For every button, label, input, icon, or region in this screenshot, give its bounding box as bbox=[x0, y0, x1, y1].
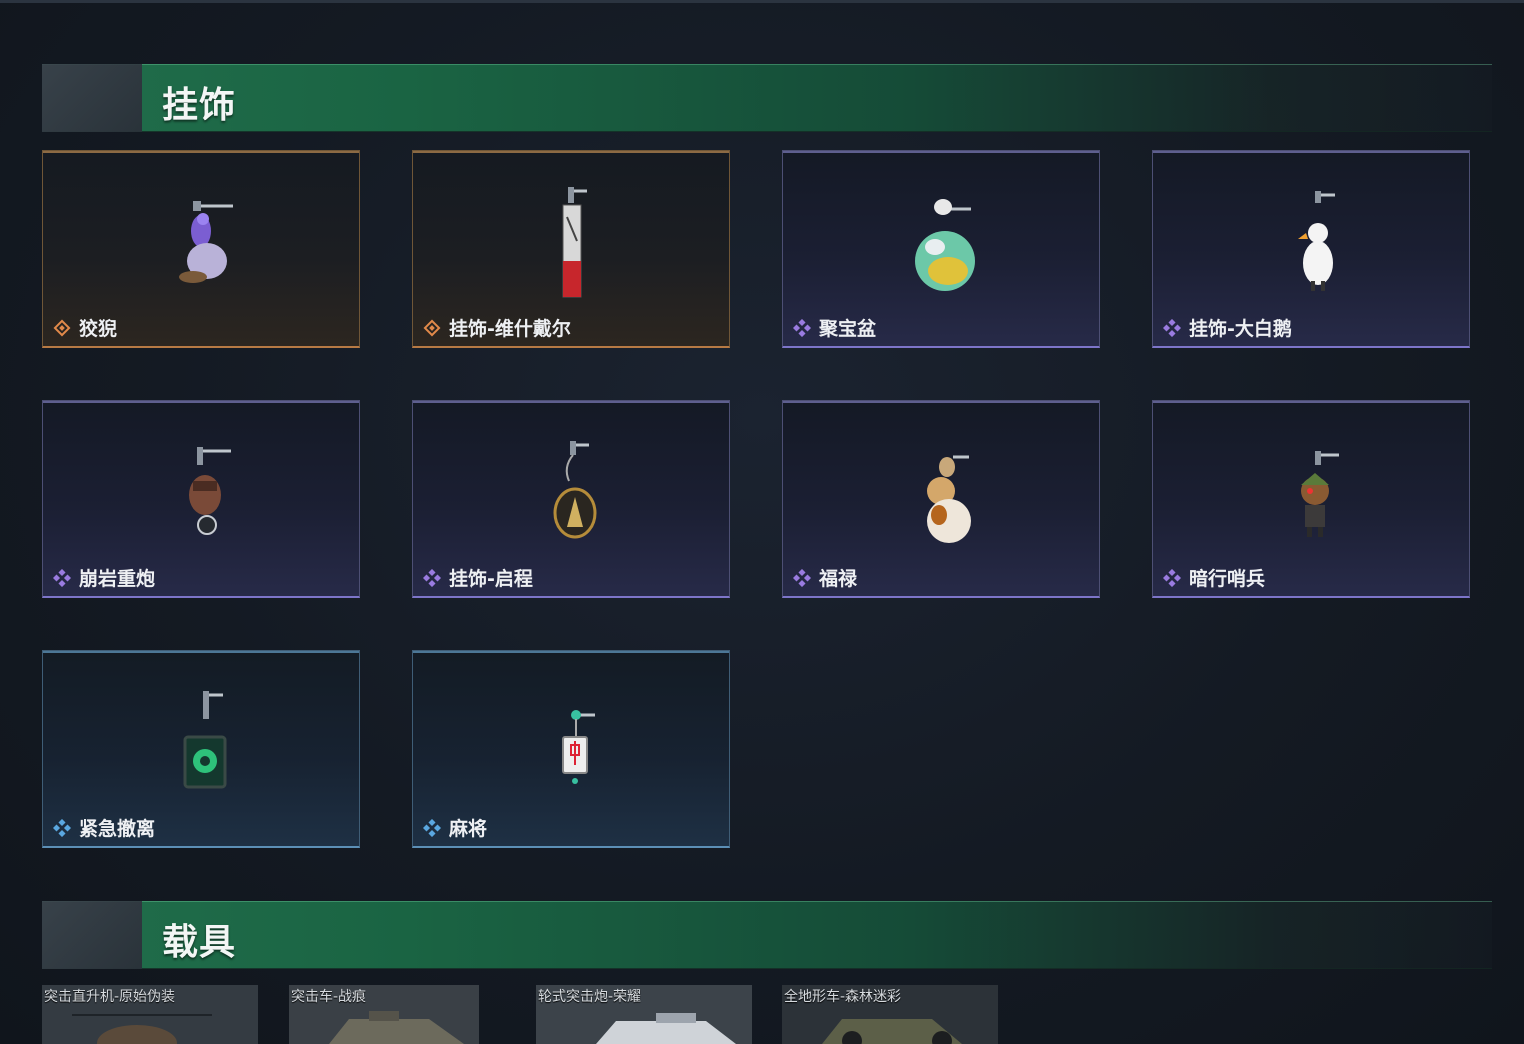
charm-name: 狡猊 bbox=[79, 318, 118, 340]
charm-card[interactable]: 崩岩重炮 bbox=[42, 400, 360, 598]
charm-name: 麻将 bbox=[449, 818, 488, 840]
card-border bbox=[43, 151, 359, 153]
charm-card[interactable]: 麻将 bbox=[412, 650, 730, 848]
charm-gourd-icon bbox=[927, 455, 971, 543]
charm-name: 挂饰-维什戴尔 bbox=[449, 318, 571, 340]
charm-treasure-bowl-icon bbox=[915, 199, 975, 291]
rarity-diamond-icon bbox=[53, 569, 71, 587]
charm-emergency-badge-icon bbox=[183, 691, 227, 789]
vehicle-name: 全地形车-森林迷彩 bbox=[784, 989, 902, 1005]
charm-name: 挂饰-启程 bbox=[449, 568, 533, 590]
charm-name: 崩岩重炮 bbox=[79, 568, 156, 590]
charm-card[interactable]: 福禄 bbox=[782, 400, 1100, 598]
charm-card[interactable]: 紧急撤离 bbox=[42, 650, 360, 848]
vehicle-name: 突击直升机-原始伪装 bbox=[44, 989, 176, 1005]
vehicle-card[interactable]: 轮式突击炮-荣耀 bbox=[536, 985, 752, 1044]
vehicle-name: 轮式突击炮-荣耀 bbox=[538, 989, 642, 1005]
rarity-diamond-icon bbox=[423, 319, 441, 337]
charm-goose-icon bbox=[1298, 191, 1335, 291]
card-border bbox=[783, 151, 1099, 153]
card-border bbox=[1153, 401, 1469, 403]
rarity-diamond-icon bbox=[423, 569, 441, 587]
vehicle-card[interactable]: 突击直升机-原始伪装 bbox=[42, 985, 258, 1044]
charm-name: 暗行哨兵 bbox=[1189, 568, 1266, 590]
card-border bbox=[43, 401, 359, 403]
rarity-diamond-icon bbox=[1163, 319, 1181, 337]
section-header-vehicles: 载具 bbox=[42, 901, 1492, 969]
charm-mahjong-tile-icon bbox=[562, 710, 595, 784]
header-accent bbox=[42, 901, 142, 969]
card-border bbox=[413, 151, 729, 153]
top-divider bbox=[0, 0, 1524, 3]
section-header-charms: 挂饰 bbox=[42, 64, 1492, 132]
rarity-diamond-icon bbox=[793, 569, 811, 587]
vehicle-card[interactable]: 全地形车-森林迷彩 bbox=[782, 985, 998, 1044]
rarity-diamond-icon bbox=[423, 819, 441, 837]
charm-card[interactable]: 暗行哨兵 bbox=[1152, 400, 1470, 598]
card-border bbox=[413, 401, 729, 403]
rarity-diamond-icon bbox=[793, 319, 811, 337]
card-border bbox=[1153, 151, 1469, 153]
card-border bbox=[783, 401, 1099, 403]
charm-name: 聚宝盆 bbox=[819, 318, 877, 340]
charm-medallion-icon bbox=[553, 441, 597, 539]
charm-beast-icon bbox=[179, 201, 233, 283]
section-title-charms: 挂饰 bbox=[162, 85, 237, 126]
charm-card[interactable]: 挂饰-启程 bbox=[412, 400, 730, 598]
charm-cannon-figure-icon bbox=[189, 447, 231, 535]
charm-card[interactable]: 聚宝盆 bbox=[782, 150, 1100, 348]
card-border bbox=[413, 651, 729, 653]
card-border bbox=[43, 651, 359, 653]
charm-sentinel-icon bbox=[1301, 451, 1339, 537]
charm-card[interactable]: 挂饰-维什戴尔 bbox=[412, 150, 730, 348]
section-title-vehicles: 载具 bbox=[162, 922, 237, 963]
header-accent bbox=[42, 64, 142, 132]
charm-name: 挂饰-大白鹅 bbox=[1189, 318, 1292, 340]
charm-card[interactable]: 狡猊 bbox=[42, 150, 360, 348]
vehicle-card[interactable]: 突击车-战痕 bbox=[289, 985, 479, 1044]
rarity-diamond-icon bbox=[53, 319, 71, 337]
charm-name: 福禄 bbox=[819, 568, 858, 590]
charm-tag-icon bbox=[562, 187, 587, 298]
rarity-diamond-icon bbox=[1163, 569, 1181, 587]
charm-name: 紧急撤离 bbox=[79, 818, 156, 840]
vehicle-name: 突击车-战痕 bbox=[291, 989, 367, 1005]
rarity-diamond-icon bbox=[53, 819, 71, 837]
charm-card[interactable]: 挂饰-大白鹅 bbox=[1152, 150, 1470, 348]
